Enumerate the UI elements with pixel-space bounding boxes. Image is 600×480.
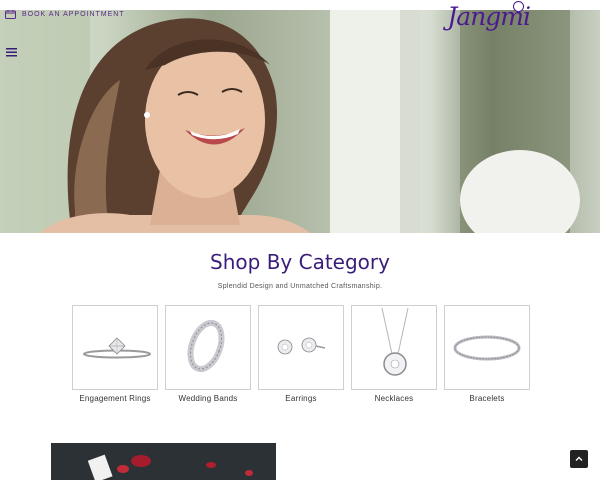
category-earrings[interactable]: Earrings	[258, 305, 344, 403]
chevron-up-icon	[575, 456, 583, 461]
category-label: Bracelets	[469, 394, 505, 403]
calendar-book-icon	[5, 9, 16, 19]
category-engagement-rings[interactable]: Engagement Rings	[72, 305, 158, 403]
hero-banner-image	[0, 10, 600, 233]
scroll-to-top-button[interactable]	[570, 450, 588, 468]
promo-image	[51, 443, 276, 480]
hamburger-menu-button[interactable]	[6, 42, 17, 61]
section-subtitle: Splendid Design and Unmatched Craftsmans…	[217, 283, 383, 290]
book-appointment-label: BOOK AN APPOINTMENT	[22, 10, 125, 18]
category-list: Engagement Rings Wedding Bands Earrings	[72, 305, 530, 403]
brand-logo[interactable]: Jangmi	[447, 1, 531, 31]
category-image-earrings[interactable]	[258, 305, 344, 390]
category-label: Engagement Rings	[79, 394, 151, 403]
category-bracelets[interactable]: Bracelets	[444, 305, 530, 403]
book-appointment-link[interactable]: BOOK AN APPOINTMENT	[5, 7, 125, 21]
category-wedding-bands[interactable]: Wedding Bands	[165, 305, 251, 403]
category-image-wedding-bands[interactable]	[165, 305, 251, 390]
category-necklaces[interactable]: Necklaces	[351, 305, 437, 403]
hamburger-menu-icon	[6, 48, 17, 57]
category-image-necklaces[interactable]	[351, 305, 437, 390]
category-image-engagement-rings[interactable]	[72, 305, 158, 390]
section-title: Shop By Category	[210, 250, 390, 274]
category-image-bracelets[interactable]	[444, 305, 530, 390]
category-label: Wedding Bands	[178, 394, 238, 403]
category-label: Earrings	[285, 394, 317, 403]
category-label: Necklaces	[374, 394, 414, 403]
